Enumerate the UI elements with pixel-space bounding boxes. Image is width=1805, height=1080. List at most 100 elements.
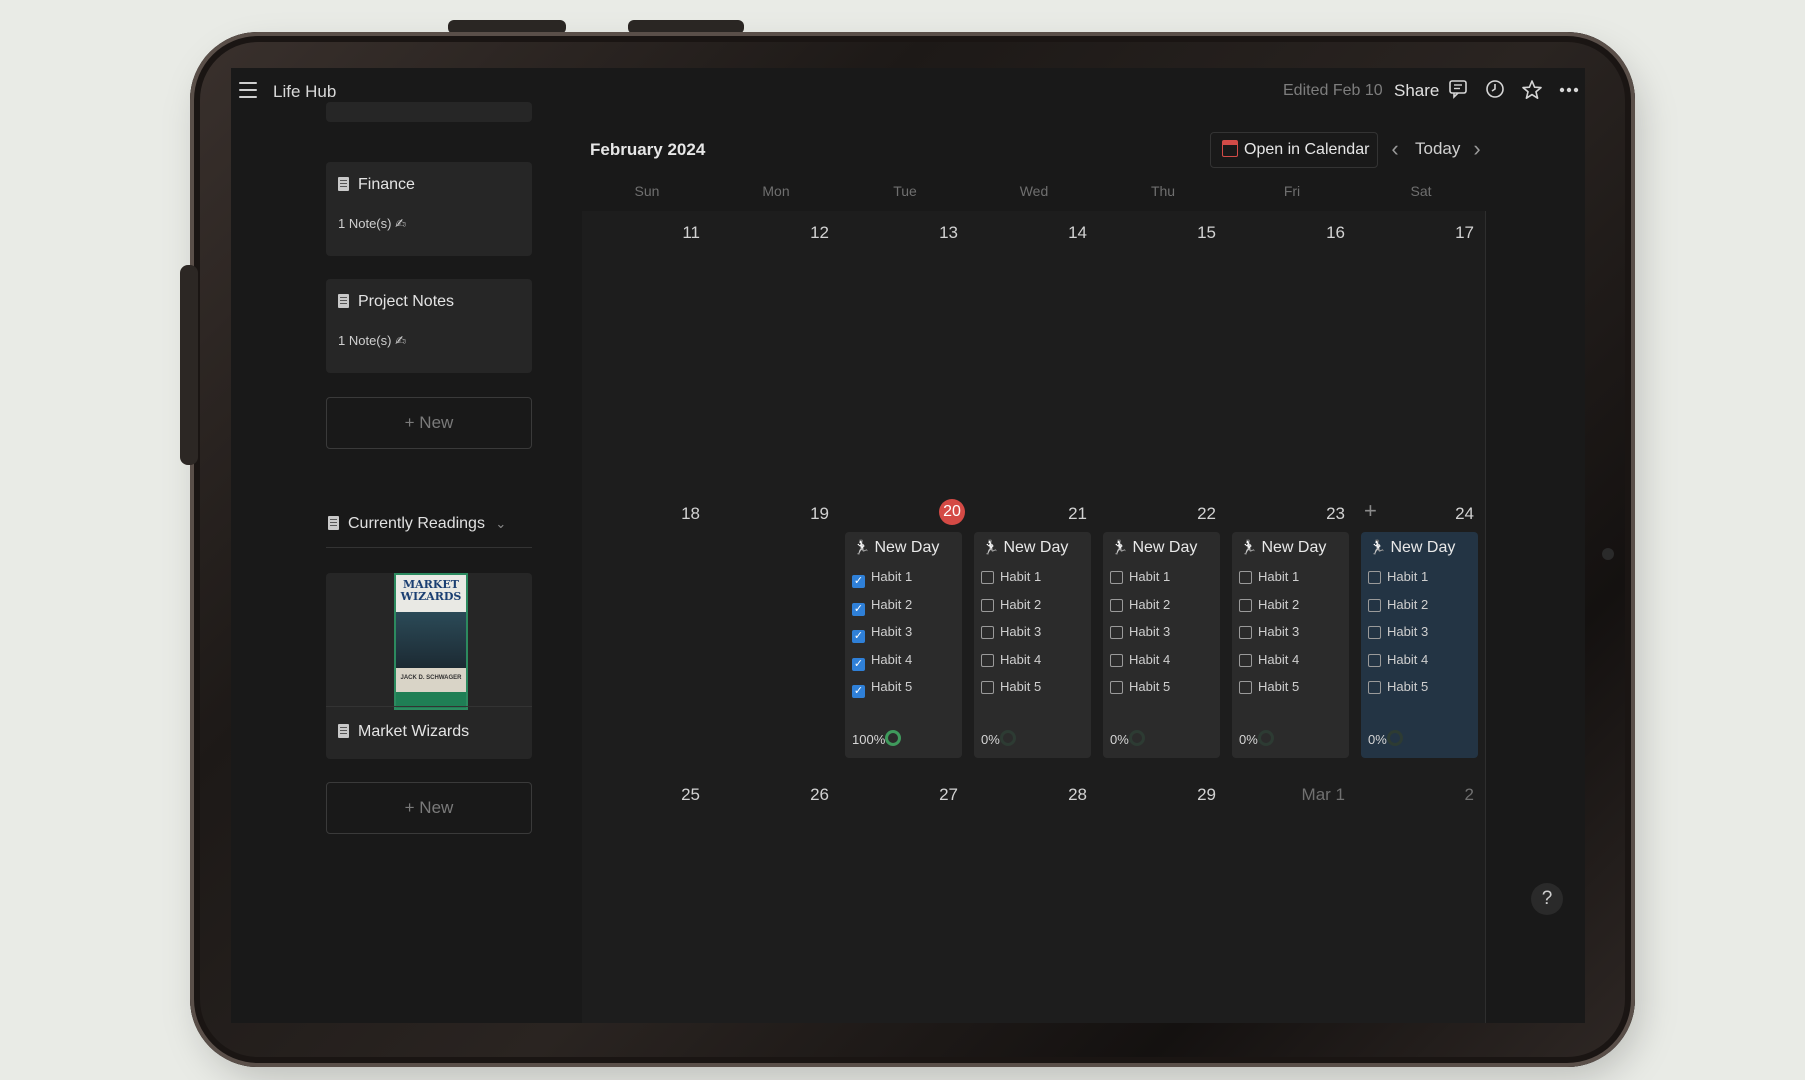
habit-row: ✓ Habit 4 bbox=[852, 651, 912, 671]
habit-checkbox[interactable] bbox=[981, 571, 994, 584]
calendar-day-cell[interactable]: 20 🏃 New Day ✓ Habit 1 ✓ Habit 2 ✓ Habit 3 ✓ Habit… bbox=[840, 492, 970, 774]
new-day-card[interactable]: 🏃 New Day Habit 1 Habit 2 Habit 3 Habit 4 Habi… bbox=[1103, 532, 1220, 758]
calendar-day-cell[interactable]: 14 bbox=[969, 211, 1099, 493]
habit-row: Habit 1 bbox=[1239, 568, 1299, 586]
today-button[interactable]: Today bbox=[1415, 139, 1460, 159]
currently-readings-title: Currently Readings bbox=[348, 515, 485, 532]
habit-label: Habit 4 bbox=[1258, 651, 1300, 667]
habit-label: Habit 2 bbox=[1129, 596, 1171, 612]
habit-checkbox[interactable] bbox=[981, 681, 994, 694]
habit-checkbox[interactable] bbox=[1110, 626, 1123, 639]
habit-checkbox[interactable] bbox=[981, 598, 994, 612]
progress-ring-icon bbox=[1258, 730, 1274, 746]
prev-month-arrow[interactable]: ‹ bbox=[1385, 135, 1405, 163]
app-title[interactable]: Life Hub bbox=[273, 82, 336, 102]
new-note-button[interactable]: + New bbox=[326, 397, 532, 449]
weekday-6: Sat bbox=[1410, 183, 1432, 199]
calendar-day-cell[interactable]: 13 bbox=[840, 211, 970, 493]
habit-row: Habit 5 bbox=[981, 678, 1041, 696]
menu-icon[interactable] bbox=[239, 82, 257, 98]
habit-checkbox[interactable] bbox=[1239, 598, 1252, 612]
calendar-day-cell[interactable]: 25 bbox=[582, 773, 712, 1023]
calendar-day-cell[interactable]: 19 bbox=[711, 492, 841, 774]
calendar-day-cell[interactable]: 12 bbox=[711, 211, 841, 493]
add-event-plus-icon[interactable]: + bbox=[1364, 498, 1377, 524]
edited-timestamp: Edited Feb 10 bbox=[1283, 82, 1383, 99]
habit-checkbox[interactable]: ✓ bbox=[852, 657, 865, 671]
habit-checkbox[interactable]: ✓ bbox=[852, 602, 865, 616]
finance-card-title: Finance bbox=[358, 176, 415, 193]
more-icon[interactable] bbox=[1557, 79, 1581, 103]
open-in-calendar-button[interactable]: Open in Calendar bbox=[1210, 132, 1378, 168]
weekday-2: Tue bbox=[893, 183, 917, 199]
help-button[interactable]: ? bbox=[1531, 883, 1563, 915]
book-card[interactable]: MARKET WIZARDS JACK D. SCHWAGER Market W… bbox=[326, 573, 532, 759]
habit-checkbox[interactable] bbox=[1368, 626, 1381, 639]
new-day-card[interactable]: 🏃 New Day Habit 1 Habit 2 Habit 3 Habit 4 Habi… bbox=[974, 532, 1091, 758]
habit-checkbox[interactable] bbox=[981, 626, 994, 639]
share-button[interactable]: Share bbox=[1394, 81, 1439, 101]
date-number: 16 bbox=[1326, 223, 1345, 242]
currently-readings-header[interactable]: Currently Readings ⌄ bbox=[326, 515, 532, 548]
habit-checkbox[interactable]: ✓ bbox=[852, 630, 865, 643]
new-day-card-header: 🏃 New Day bbox=[982, 539, 1068, 557]
sidebar-card-partial[interactable] bbox=[326, 102, 532, 122]
calendar-day-cell[interactable]: 24 + 🏃 New Day Habit 1 Habit 2 Habit 3 Habit 4 H… bbox=[1356, 492, 1486, 774]
calendar-day-cell[interactable]: 15 bbox=[1098, 211, 1228, 493]
running-figure-icon: 🏃 bbox=[853, 539, 871, 555]
habit-checkbox[interactable] bbox=[1239, 653, 1252, 667]
habit-checkbox[interactable] bbox=[1239, 626, 1252, 639]
clock-icon[interactable] bbox=[1483, 79, 1507, 103]
calendar-day-cell[interactable]: 21 🏃 New Day Habit 1 Habit 2 Habit 3 Habit 4 Ha… bbox=[969, 492, 1099, 774]
habit-checkbox[interactable] bbox=[1368, 598, 1381, 612]
project-notes-card[interactable]: Project Notes 1 Note(s) ✍ bbox=[326, 279, 532, 373]
page-icon bbox=[338, 294, 349, 308]
habit-checkbox[interactable]: ✓ bbox=[852, 575, 865, 588]
calendar-day-cell[interactable]: 2 bbox=[1356, 773, 1486, 1023]
habit-checkbox[interactable] bbox=[1110, 571, 1123, 584]
calendar-day-cell[interactable]: Mar 1 bbox=[1227, 773, 1357, 1023]
calendar-day-cell[interactable]: 23 🏃 New Day Habit 1 Habit 2 Habit 3 Habit 4 Ha… bbox=[1227, 492, 1357, 774]
habit-checkbox[interactable] bbox=[1110, 598, 1123, 612]
calendar-day-cell[interactable]: 17 bbox=[1356, 211, 1486, 493]
star-icon[interactable] bbox=[1520, 79, 1544, 103]
habit-row: ✓ Habit 3 bbox=[852, 623, 913, 643]
habit-checkbox[interactable] bbox=[1239, 571, 1252, 584]
new-day-card[interactable]: 🏃 New Day Habit 1 Habit 2 Habit 3 Habit 4 Habi… bbox=[1361, 532, 1478, 758]
calendar-day-cell[interactable]: 27 bbox=[840, 773, 970, 1023]
date-number: 22 bbox=[1197, 504, 1216, 523]
habit-row: Habit 4 bbox=[1110, 651, 1170, 669]
habit-checkbox[interactable] bbox=[1110, 653, 1123, 667]
habit-checkbox[interactable] bbox=[1110, 681, 1123, 694]
habit-checkbox[interactable] bbox=[1368, 681, 1381, 694]
calendar-day-cell[interactable]: 28 bbox=[969, 773, 1099, 1023]
calendar-day-cell[interactable]: 11 bbox=[582, 211, 712, 493]
calendar-day-cell[interactable]: 16 bbox=[1227, 211, 1357, 493]
new-day-card[interactable]: 🏃 New Day ✓ Habit 1 ✓ Habit 2 ✓ Habit 3 ✓ Habit 4… bbox=[845, 532, 962, 758]
habit-row: Habit 3 bbox=[1368, 623, 1428, 641]
habit-checkbox[interactable] bbox=[1368, 653, 1381, 667]
new-reading-button[interactable]: + New bbox=[326, 782, 532, 834]
finance-card-meta: 1 Note(s) ✍ bbox=[338, 216, 406, 231]
date-number: 17 bbox=[1455, 223, 1474, 242]
habit-checkbox[interactable] bbox=[981, 653, 994, 667]
next-month-arrow[interactable]: › bbox=[1467, 135, 1487, 163]
habit-row: Habit 5 bbox=[1239, 678, 1299, 696]
comment-icon[interactable] bbox=[1446, 79, 1470, 103]
habit-progress-percent: 100% bbox=[852, 732, 886, 747]
habit-label: Habit 3 bbox=[1129, 624, 1171, 639]
calendar-day-cell[interactable]: 22 🏃 New Day Habit 1 Habit 2 Habit 3 Habit 4 Ha… bbox=[1098, 492, 1228, 774]
calendar-day-cell[interactable]: 18 bbox=[582, 492, 712, 774]
habit-label: Habit 5 bbox=[1387, 679, 1429, 694]
chevron-down-icon[interactable]: ⌄ bbox=[495, 516, 506, 531]
calendar-day-cell[interactable]: 29 bbox=[1098, 773, 1228, 1023]
habit-label: Habit 3 bbox=[871, 624, 913, 639]
date-number: 25 bbox=[681, 785, 700, 804]
habit-checkbox[interactable] bbox=[1368, 571, 1381, 584]
habit-checkbox[interactable]: ✓ bbox=[852, 685, 865, 698]
habit-checkbox[interactable] bbox=[1239, 681, 1252, 694]
habit-progress-percent: 0% bbox=[1368, 732, 1387, 747]
calendar-day-cell[interactable]: 26 bbox=[711, 773, 841, 1023]
new-day-card[interactable]: 🏃 New Day Habit 1 Habit 2 Habit 3 Habit 4 Habi… bbox=[1232, 532, 1349, 758]
finance-card[interactable]: Finance 1 Note(s) ✍ bbox=[326, 162, 532, 256]
